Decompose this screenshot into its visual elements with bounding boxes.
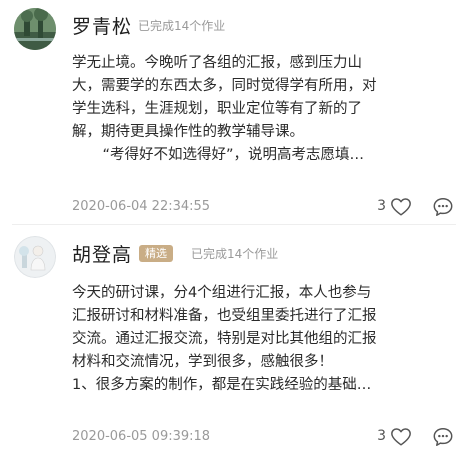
featured-badge: 精选	[139, 245, 173, 262]
comment-bubble-icon[interactable]	[432, 196, 454, 218]
comment-line: 学生选科，生涯规划，职业定位等有了新的了	[72, 101, 362, 117]
like-count: 3	[377, 428, 386, 444]
homework-status: 已完成14个作业	[191, 247, 279, 261]
comment-post: 胡登高 精选 已完成14个作业 今天的研讨课，分4个组进行汇报，本人也参与 汇报…	[0, 228, 468, 462]
timestamp: 2020-06-04 22:34:55	[72, 199, 211, 214]
comment-line: 交流。通过汇报交流，特别是对比其他组的汇报	[72, 331, 377, 347]
divider	[12, 224, 456, 225]
comment-line: “考得好不如选得好”，说明高考志愿填…	[102, 147, 364, 163]
comment-line: 今天的研讨课，分4个组进行汇报，本人也参与	[72, 285, 372, 301]
avatar-image	[14, 8, 56, 50]
avatar[interactable]	[14, 8, 56, 50]
avatar-image	[14, 236, 56, 278]
homework-status: 已完成14个作业	[138, 19, 226, 33]
comment-line: 大，需要学的东西太多，同时觉得学有所用，对	[72, 78, 377, 94]
author-name[interactable]: 罗青松	[72, 12, 132, 39]
comment-line: 材料和交流情况，学到很多，感触很多！	[72, 354, 333, 370]
comment-body[interactable]: 今天的研讨课，分4个组进行汇报，本人也参与 汇报研讨和材料准备，也受组里委托进行…	[72, 282, 456, 397]
comment-bubble-icon[interactable]	[432, 426, 454, 448]
comment-line: 解，期待更具操作性的教学辅导课。	[72, 124, 304, 140]
comment-body[interactable]: 学无止境。今晚听了各组的汇报，感到压力山 大，需要学的东西太多，同时觉得学有所用…	[72, 52, 456, 167]
post-footer: 2020-06-05 09:39:18 3	[72, 426, 454, 450]
post-footer: 2020-06-04 22:34:55 3	[72, 196, 454, 220]
comment-line: 汇报研讨和材料准备，也受组里委托进行了汇报	[72, 308, 377, 324]
author-name[interactable]: 胡登高	[72, 240, 132, 267]
like-count: 3	[377, 198, 386, 214]
comment-post: 罗青松 已完成14个作业 学无止境。今晚听了各组的汇报，感到压力山 大，需要学的…	[0, 0, 468, 221]
comment-line: 1、很多方案的制作，都是在实践经验的基础…	[72, 377, 372, 393]
avatar[interactable]	[14, 236, 56, 278]
heart-outline-icon[interactable]	[390, 196, 412, 218]
heart-outline-icon[interactable]	[390, 426, 412, 448]
timestamp: 2020-06-05 09:39:18	[72, 429, 211, 444]
comment-line: 学无止境。今晚听了各组的汇报，感到压力山	[72, 55, 362, 71]
